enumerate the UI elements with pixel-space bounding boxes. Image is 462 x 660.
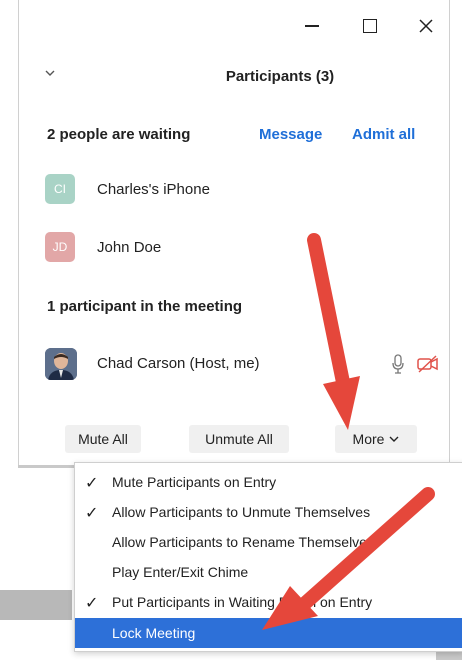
- more-button-label: More: [352, 431, 385, 447]
- participant-name: Chad Carson (Host, me): [97, 355, 260, 372]
- more-options-menu: ✓ Mute Participants on Entry ✓ Allow Par…: [74, 462, 462, 652]
- waiting-person-row[interactable]: JD John Doe: [45, 232, 435, 264]
- menu-item-label: Play Enter/Exit Chime: [112, 564, 249, 580]
- menu-item-waiting-room[interactable]: ✓ Put Participants in Waiting Room on En…: [75, 587, 462, 617]
- participant-actions: Mute All Unmute All More: [19, 425, 449, 455]
- panel-title: Participants (3): [225, 68, 335, 85]
- mute-all-button[interactable]: Mute All: [65, 425, 141, 453]
- mic-icon[interactable]: [391, 354, 405, 374]
- panel-header: Participants (3): [19, 60, 449, 92]
- more-button[interactable]: More: [335, 425, 417, 453]
- check-icon: ✓: [85, 505, 99, 522]
- chevron-down-icon: [389, 436, 399, 442]
- meeting-section-title: 1 participant in the meeting: [47, 298, 243, 315]
- menu-item-allow-unmute[interactable]: ✓ Allow Participants to Unmute Themselve…: [75, 497, 462, 527]
- menu-item-label: Mute Participants on Entry: [112, 474, 277, 490]
- message-button[interactable]: Message: [259, 126, 322, 143]
- menu-item-label: Allow Participants to Rename Themselves: [112, 534, 374, 550]
- menu-item-allow-rename[interactable]: Allow Participants to Rename Themselves: [75, 527, 462, 557]
- background-window-edge: [0, 590, 72, 620]
- video-off-icon[interactable]: [417, 355, 439, 373]
- background-left: [0, 0, 18, 660]
- menu-item-label: Lock Meeting: [112, 625, 196, 641]
- menu-item-label: Put Participants in Waiting Room on Entr…: [112, 594, 373, 610]
- participant-name: Charles's iPhone: [97, 181, 210, 198]
- minimize-button[interactable]: [297, 14, 327, 38]
- maximize-button[interactable]: [355, 14, 385, 38]
- avatar: CI: [45, 174, 75, 204]
- menu-item-lock-meeting[interactable]: Lock Meeting: [75, 618, 462, 648]
- maximize-icon: [363, 19, 377, 33]
- minimize-icon: [305, 25, 319, 27]
- avatar: [45, 348, 77, 380]
- close-button[interactable]: [411, 14, 441, 38]
- waiting-room-header: 2 people are waiting Message Admit all: [47, 124, 437, 148]
- participants-window: Participants (3) 2 people are waiting Me…: [18, 0, 450, 465]
- menu-item-label: Allow Participants to Unmute Themselves: [112, 504, 371, 520]
- participant-row[interactable]: Chad Carson (Host, me): [45, 348, 438, 380]
- menu-item-play-chime[interactable]: Play Enter/Exit Chime: [75, 557, 462, 587]
- close-icon: [419, 19, 433, 33]
- participant-name: John Doe: [97, 239, 162, 256]
- check-icon: ✓: [85, 595, 99, 612]
- waiting-person-row[interactable]: CI Charles's iPhone: [45, 174, 435, 206]
- unmute-all-button[interactable]: Unmute All: [189, 425, 289, 453]
- title-bar: [19, 0, 449, 48]
- check-icon: ✓: [85, 475, 99, 492]
- menu-item-mute-on-entry[interactable]: ✓ Mute Participants on Entry: [75, 467, 462, 497]
- admit-all-button[interactable]: Admit all: [352, 126, 415, 143]
- waiting-room-title: 2 people are waiting: [47, 126, 191, 143]
- avatar: JD: [45, 232, 75, 262]
